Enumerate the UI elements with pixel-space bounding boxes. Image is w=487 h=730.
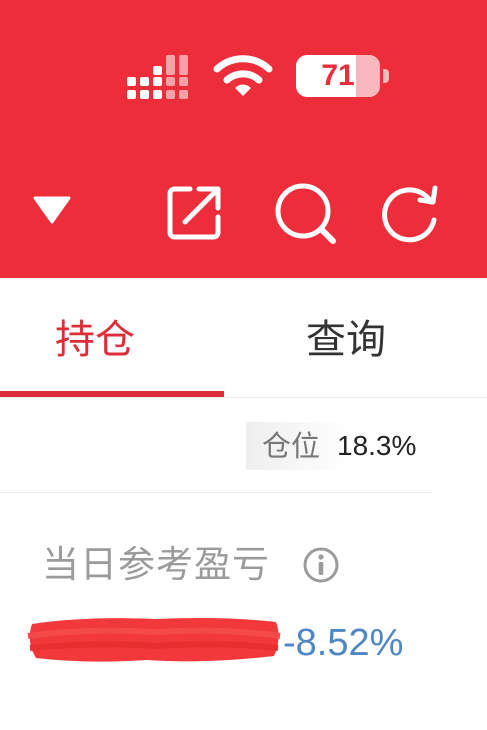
battery-nub xyxy=(383,69,389,83)
dropdown-triangle-icon[interactable] xyxy=(32,195,72,225)
battery-icon: 71 xyxy=(296,55,380,97)
battery-level: 71 xyxy=(321,59,355,92)
info-icon[interactable] xyxy=(302,546,340,584)
tab-holdings[interactable]: 持仓 xyxy=(55,314,135,366)
tabs-divider xyxy=(0,397,487,398)
wifi-icon xyxy=(213,55,273,96)
redacted-amount xyxy=(27,618,281,662)
share-icon[interactable] xyxy=(165,182,225,242)
position-ratio-badge: 仓位 18.3% xyxy=(246,422,432,470)
tab-query[interactable]: 查询 xyxy=(306,314,386,366)
cellular-signal-icon xyxy=(127,55,197,99)
top-header: 71 xyxy=(0,0,487,278)
search-icon[interactable] xyxy=(272,180,340,246)
daily-pnl-percent: -8.52% xyxy=(283,622,404,664)
section-divider xyxy=(0,492,432,493)
position-value: 18.3% xyxy=(337,430,417,461)
refresh-icon[interactable] xyxy=(379,180,443,244)
position-label: 仓位 xyxy=(262,429,321,463)
daily-pnl-title: 当日参考盈亏 xyxy=(42,543,270,586)
